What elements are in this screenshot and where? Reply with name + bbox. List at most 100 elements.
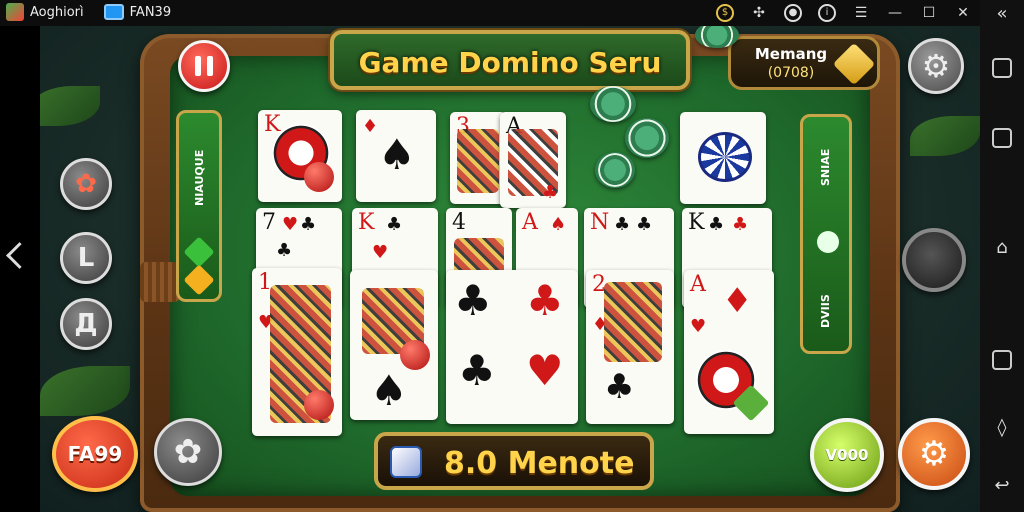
maximize-icon[interactable]: ☐ [920,4,938,22]
shake-icon[interactable]: ◊ [990,416,1014,440]
app-icon [6,3,24,21]
left-score-panel: NIAUQUE [176,110,222,302]
right-panel-top-label: SNIAE [819,148,832,186]
right-score-panel: SNIAE DVIIS [800,114,852,354]
court-art [456,128,500,193]
card[interactable]: A ♦ ♥ [684,270,774,434]
card-suit: ♣ [708,214,725,235]
leaf-decoration [40,366,130,416]
card-suit-small: ♣ [732,214,749,235]
joystick[interactable] [902,228,966,292]
cog-icon: ⚙ [918,434,950,474]
window-icon [103,4,124,20]
back-icon[interactable]: ↩ [990,474,1014,498]
card[interactable]: 2 ♦ ♣ [586,270,674,424]
card-suit-small: ♥ [282,214,299,235]
screenshot-icon[interactable] [992,350,1012,370]
status-dot-icon [817,231,839,253]
close-icon[interactable]: ✕ [954,4,972,22]
rotate-icon[interactable] [992,128,1012,148]
pinwheel-icon[interactable]: ✣ [750,4,768,22]
card-rank: K [358,210,375,235]
brand-label: FA99 [67,442,123,466]
gold-diamond-icon [183,264,215,296]
flower-icon: ✿ [173,432,203,472]
card-suit-small: ♦ [362,116,379,137]
minimize-icon[interactable]: — [886,4,904,22]
card[interactable] [680,112,766,204]
go-button[interactable]: V000 [810,418,884,492]
card[interactable]: 3 [450,112,506,204]
apple-icon [304,162,334,192]
card[interactable]: ♠ [350,270,438,420]
card-suit: ♠ [550,214,567,235]
pause-icon [195,56,201,76]
clover-icon: ✿ [75,169,97,199]
card[interactable]: 1 ♥ [252,268,342,436]
card-suit: ♣ [386,214,403,235]
card-suit-lower-red: ♥ [526,346,564,395]
card-suit: ♣ [300,214,317,235]
score-bar: 8.0 Menote [374,432,654,490]
left-panel-label: NIAUQUE [193,149,206,207]
brand-button[interactable]: FA99 [52,416,138,492]
home-icon[interactable]: ⌂ [990,236,1014,260]
card-rank: 7 [262,210,276,235]
screen-fit-icon[interactable] [992,58,1012,78]
apple-icon [304,390,334,420]
flower-button[interactable]: ✿ [154,418,222,486]
card-suit-small: ♣ [276,240,293,261]
poker-chip [590,86,636,122]
green-diamond-icon [183,236,215,268]
pause-icon-bar [207,56,213,76]
card-rank: 4 [452,210,466,235]
card-rank: A [690,272,706,297]
leaf-decoration [40,86,100,126]
card-suit-lower: ♣ [604,367,635,407]
card-suit: ♣ [454,276,492,325]
card[interactable]: ♣ ♣ ♣ ♥ [446,270,578,424]
card-suit-small: ♥ [372,242,389,263]
card[interactable]: A ♣ [500,112,566,208]
poker-chip [595,152,635,188]
gear-icon: ⚙ [921,47,951,85]
back-chevron-icon[interactable] [6,238,20,274]
card-suit-red: ♣ [526,276,564,325]
target-icon[interactable]: ● [784,4,802,22]
status-left: Aoghiorì FAN39 [6,3,171,21]
leaf-decoration [910,116,980,156]
win-label: Memang [754,45,828,63]
poker-chip [625,118,669,158]
coin-icon[interactable]: $ [716,4,734,22]
blue-chip-icon [698,132,752,182]
card-suit-lower: ♣ [458,346,496,395]
card-rank: K [688,210,705,235]
win-value: (0708) [767,65,815,81]
collapse-icon[interactable]: « [990,2,1014,26]
status-bar: Aoghiorì FAN39 $ ✣ ● i ☰ — ☐ ✕ [0,0,980,26]
side-button-2[interactable]: L [60,232,112,284]
right-panel-bottom-label: DVIIS [819,294,832,328]
side-button-2-label: L [77,243,95,273]
rope-decoration [140,262,180,302]
dice-icon [390,446,422,478]
info-icon[interactable]: i [818,4,836,22]
card[interactable]: ♦ ♠ [356,110,436,202]
card-suit-small: ♥ [690,316,707,337]
card-suit: ♣ [614,214,631,235]
pause-button[interactable] [178,40,230,92]
settings-button[interactable]: ⚙ [908,38,964,94]
menu-icon[interactable]: ☰ [852,4,870,22]
status-right: $ ✣ ● i ☰ — ☐ ✕ [716,4,972,22]
nav-rail: « ⌂ ◊ ↩ [980,0,1024,512]
win-counter: Memang (0708) [728,36,880,90]
app-name: Aoghiorì [30,4,84,20]
side-button-3[interactable]: Д [60,298,112,350]
card[interactable]: K [258,110,342,202]
window-title: FAN39 [129,4,172,20]
card-suit-small: ♣ [542,182,559,203]
options-button[interactable]: ⚙ [898,418,970,490]
card-suit: ♠ [378,130,416,179]
clover-button[interactable]: ✿ [60,158,112,210]
go-label: V000 [825,446,869,464]
